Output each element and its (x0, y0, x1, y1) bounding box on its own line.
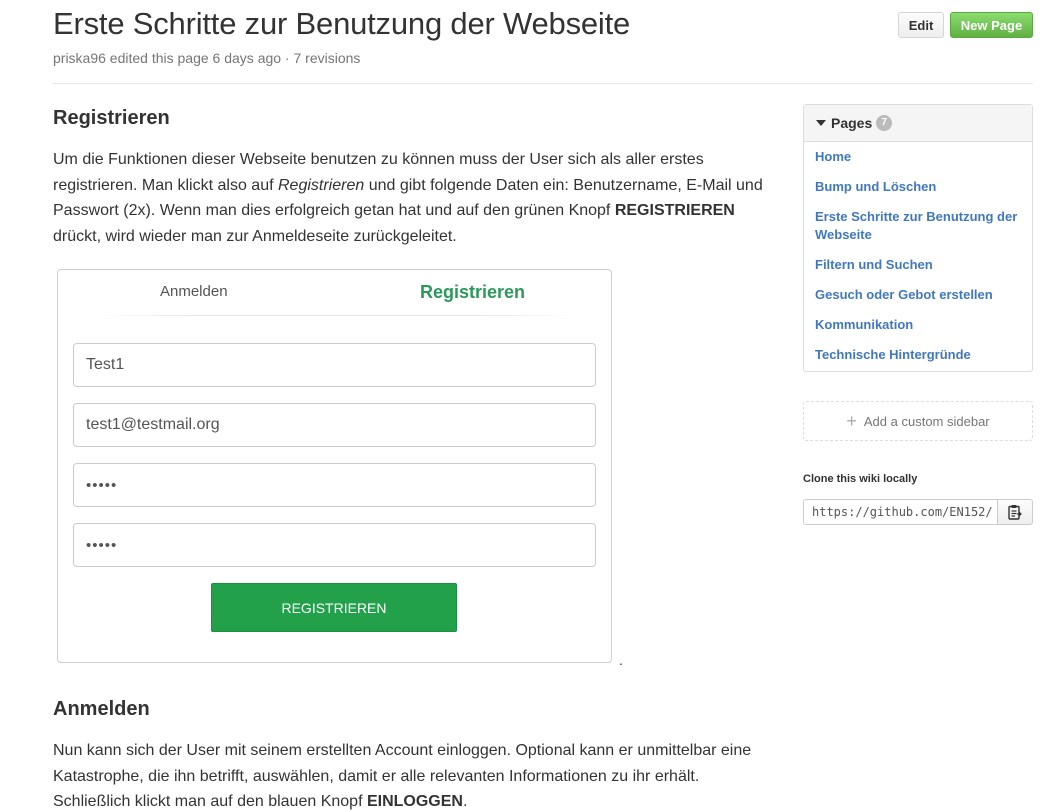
registrieren-button: REGISTRIEREN (211, 583, 457, 632)
username-field: Test1 (73, 343, 596, 387)
pages-count-badge: 7 (876, 115, 893, 131)
tab-divider (96, 315, 574, 316)
edit-button[interactable]: Edit (898, 12, 944, 38)
strong-registrieren: REGISTRIEREN (614, 202, 735, 219)
new-page-button[interactable]: New Page (950, 12, 1033, 38)
clipboard-icon (1008, 505, 1022, 520)
section-text-anmelden: Nun kann sich der User mit seinem erstel… (53, 742, 752, 810)
page-link-erste-schritte[interactable]: Erste Schritte zur Benutzung der Webseit… (815, 208, 1025, 244)
pages-box: Pages 7 Home Bump und Löschen Erste Schr… (803, 104, 1033, 372)
tab-registrieren: Registrieren (420, 282, 526, 302)
clone-label: Clone this wiki locally (803, 473, 918, 485)
page-link-bump[interactable]: Bump und Löschen (815, 178, 1025, 196)
emphasis-registrieren: Registrieren (277, 176, 365, 194)
copy-clone-url-button[interactable] (997, 499, 1033, 525)
caret-down-icon (816, 120, 826, 126)
clone-url-input[interactable]: https://github.com/EN152/ (803, 499, 998, 525)
trailing-dot: . (619, 652, 623, 668)
page-link-kommunikation[interactable]: Kommunikation (815, 316, 1025, 334)
section-heading-anmelden: Anmelden (53, 698, 150, 720)
add-custom-sidebar-button[interactable]: + Add a custom sidebar (803, 401, 1033, 441)
page-link-home[interactable]: Home (815, 148, 1025, 166)
add-custom-sidebar-label: Add a custom sidebar (863, 413, 990, 429)
email-field: test1@testmail.org (73, 403, 596, 447)
tab-anmelden: Anmelden (160, 283, 228, 300)
page-meta: priska96 edited this page 6 days ago · 7… (53, 50, 361, 66)
header-divider (53, 83, 1033, 84)
password-repeat-field: ••••• (73, 523, 596, 567)
plus-icon: + (846, 411, 857, 431)
page-title: Erste Schritte zur Benutzung der Webseit… (53, 6, 631, 41)
section-text-registrieren: Um die Funktionen dieser Webseite benutz… (53, 151, 763, 245)
section-heading-registrieren: Registrieren (53, 107, 170, 129)
page-link-filtern[interactable]: Filtern und Suchen (815, 256, 1025, 274)
password-field: ••••• (73, 463, 596, 507)
pages-title: Pages (831, 115, 873, 131)
registration-form-image: Anmelden Registrieren Test1 test1@testma… (57, 269, 612, 663)
pages-toggle[interactable]: Pages 7 (804, 105, 1032, 142)
page-link-gesuch[interactable]: Gesuch oder Gebot erstellen (815, 286, 1025, 304)
strong-einloggen: EINLOGGEN (366, 793, 463, 810)
page-link-technische[interactable]: Technische Hintergründe (815, 346, 1025, 364)
